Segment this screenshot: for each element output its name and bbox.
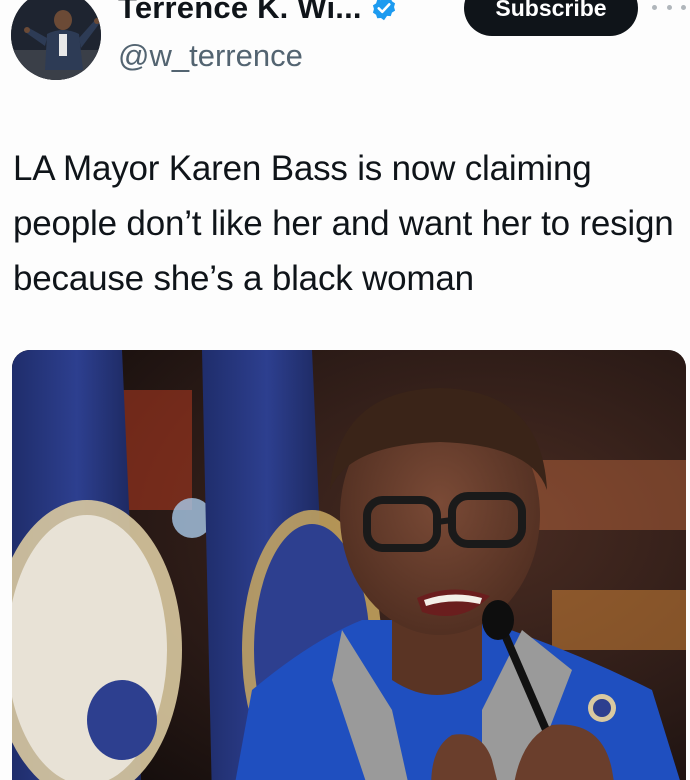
author-handle[interactable]: @w_terrence: [118, 38, 303, 74]
more-dot: [652, 4, 657, 10]
more-horizontal-icon[interactable]: [652, 0, 686, 16]
tweet-card: Terrence K. Wi... @w_terrence Subscribe …: [0, 0, 690, 780]
tweet-text: LA Mayor Karen Bass is now claiming peop…: [13, 149, 674, 298]
press-conference-photo: [12, 350, 686, 780]
avatar[interactable]: [11, 0, 101, 80]
profile-photo: [11, 0, 101, 80]
tweet-media-photo[interactable]: [12, 350, 686, 780]
more-dot: [666, 4, 672, 10]
author-name-row[interactable]: Terrence K. Wi...: [118, 0, 398, 30]
more-dot: [681, 4, 686, 10]
subscribe-button[interactable]: Subscribe: [464, 0, 638, 36]
display-name[interactable]: Terrence K. Wi...: [118, 0, 362, 26]
verified-badge-icon: [370, 0, 398, 22]
